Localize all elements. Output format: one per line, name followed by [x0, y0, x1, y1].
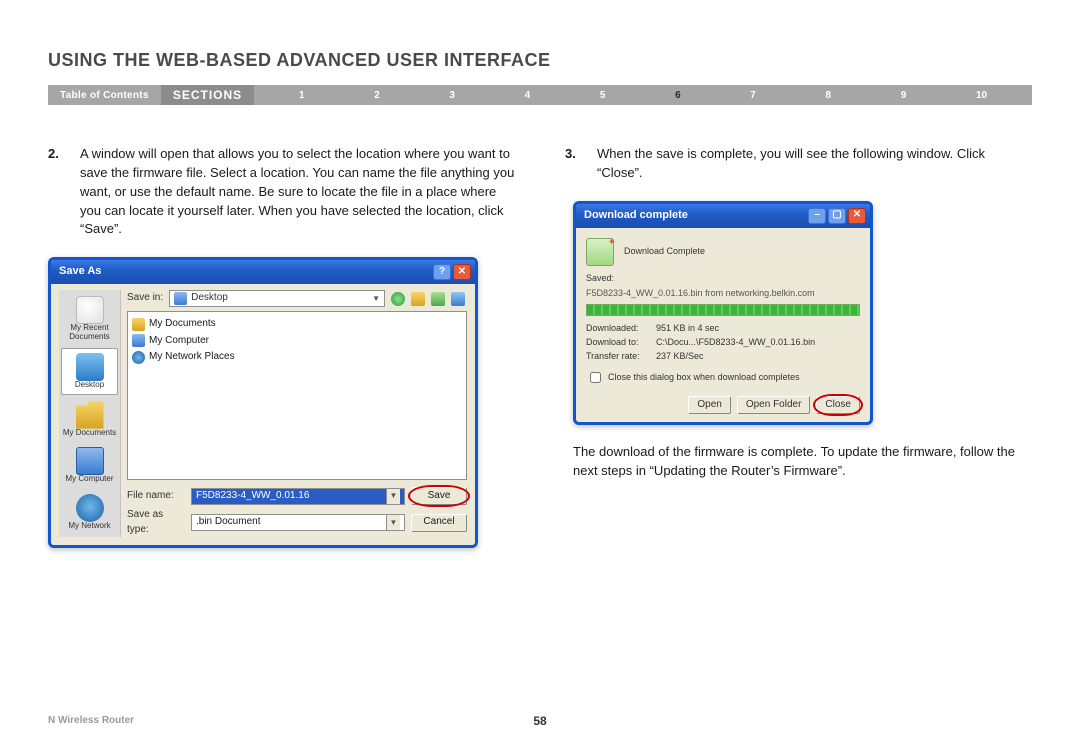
close-icon[interactable]: ✕ [453, 264, 471, 280]
downloaded-label: Downloaded: [586, 322, 656, 335]
file-name-value: F5D8233-4_WW_0.01.16 [196, 489, 309, 504]
post-step-text: The download of the firmware is complete… [565, 443, 1032, 481]
checkbox-label: Close this dialog box when download comp… [608, 371, 800, 384]
save-in-label: Save in: [127, 291, 163, 306]
download-to-label: Download to: [586, 336, 656, 349]
save-type-value: .bin Document [196, 515, 260, 530]
section-link-9[interactable]: 9 [901, 90, 907, 101]
new-folder-icon[interactable] [431, 292, 445, 306]
ico-desktop-icon [76, 353, 104, 381]
place-label: My Documents [63, 429, 116, 438]
ico-docs-icon [76, 401, 104, 429]
step-3: 3. When the save is complete, you will s… [565, 145, 1032, 183]
section-link-3[interactable]: 3 [449, 90, 455, 101]
list-item[interactable]: My Network Places [132, 349, 462, 366]
place-label: My Network [68, 522, 110, 531]
sections-bar: Table of Contents SECTIONS 1 2 3 4 5 6 7 8 9 10 [48, 85, 1032, 105]
chevron-down-icon[interactable]: ▼ [386, 515, 400, 530]
help-icon[interactable]: ? [433, 264, 451, 280]
views-icon[interactable] [451, 292, 465, 306]
close-icon[interactable]: ✕ [848, 208, 866, 224]
downloaded-value: 951 KB in 4 sec [656, 322, 860, 335]
save-in-value: Desktop [191, 291, 228, 306]
back-icon[interactable] [391, 292, 405, 306]
ico-net-icon [76, 494, 104, 522]
save-as-dialog: Save As ? ✕ My Recent DocumentsDesktopMy… [48, 257, 478, 548]
toc-link[interactable]: Table of Contents [48, 90, 161, 101]
section-link-2[interactable]: 2 [374, 90, 380, 101]
places-my-computer[interactable]: My Computer [61, 443, 118, 488]
saved-label: Saved: [586, 272, 860, 285]
places-my-network[interactable]: My Network [61, 490, 118, 535]
cancel-button[interactable]: Cancel [411, 514, 467, 532]
section-link-1[interactable]: 1 [299, 90, 305, 101]
ico-comp-icon [76, 447, 104, 475]
desktop-icon [174, 292, 187, 305]
save-button[interactable]: Save [411, 487, 467, 505]
page-number: 58 [533, 714, 546, 728]
dialog-title: Download complete [584, 208, 808, 224]
places-bar: My Recent Documents Desktop My Documents My… [59, 290, 121, 537]
download-icon [586, 238, 614, 266]
save-type-combo[interactable]: .bin Document ▼ [191, 514, 405, 531]
download-heading: Download Complete [624, 245, 705, 258]
minimize-icon[interactable]: – [808, 208, 826, 224]
list-item-label: My Documents [149, 317, 216, 332]
page-title: USING THE WEB-BASED ADVANCED USER INTERF… [48, 50, 1032, 71]
close-on-complete-checkbox[interactable]: Close this dialog box when download comp… [586, 369, 860, 386]
step-text: A window will open that allows you to se… [80, 145, 515, 239]
list-item[interactable]: My Computer [132, 333, 462, 350]
dialog-titlebar[interactable]: Download complete – ▢ ✕ [576, 204, 870, 228]
rate-value: 237 KB/Sec [656, 350, 860, 363]
section-link-8[interactable]: 8 [826, 90, 832, 101]
save-type-label: Save as type: [127, 508, 185, 537]
place-label: My Computer [65, 475, 113, 484]
fl-folder-icon [132, 318, 145, 331]
close-button[interactable]: Close [816, 396, 860, 414]
section-link-10[interactable]: 10 [976, 90, 987, 101]
section-link-5[interactable]: 5 [600, 90, 606, 101]
file-list[interactable]: My Documents My ComputerMy Network Places [127, 311, 467, 480]
footer-product: N Wireless Router [48, 715, 134, 726]
file-name-label: File name: [127, 489, 185, 504]
place-label: My Recent Documents [62, 324, 117, 342]
place-label: Desktop [75, 381, 104, 390]
dialog-titlebar[interactable]: Save As ? ✕ [51, 260, 475, 284]
step-number: 3. [565, 145, 579, 183]
section-link-6[interactable]: 6 [675, 90, 681, 101]
open-button[interactable]: Open [688, 396, 730, 414]
places-desktop[interactable]: Desktop [61, 348, 118, 395]
checkbox-input[interactable] [590, 372, 601, 383]
saved-file-line: F5D8233-4_WW_0.01.16.bin from networking… [586, 287, 860, 300]
dialog-title: Save As [59, 264, 433, 280]
chevron-down-icon[interactable]: ▼ [386, 489, 400, 504]
rate-label: Transfer rate: [586, 350, 656, 363]
fl-comp-icon [132, 334, 145, 347]
step-number: 2. [48, 145, 62, 239]
section-link-4[interactable]: 4 [525, 90, 531, 101]
chevron-down-icon[interactable]: ▼ [372, 293, 380, 305]
fl-net-icon [132, 351, 145, 364]
ico-recent-icon [76, 296, 104, 324]
section-numbers: 1 2 3 4 5 6 7 8 9 10 [254, 90, 1032, 101]
file-name-input[interactable]: F5D8233-4_WW_0.01.16 ▼ [191, 488, 405, 505]
progress-bar [586, 304, 860, 316]
open-folder-button[interactable]: Open Folder [737, 396, 811, 414]
up-folder-icon[interactable] [411, 292, 425, 306]
list-item-label: My Computer [149, 334, 209, 349]
maximize-icon[interactable]: ▢ [828, 208, 846, 224]
places-my-documents[interactable]: My Documents [61, 397, 118, 442]
download-to-value: C:\Docu...\F5D8233-4_WW_0.01.16.bin [656, 336, 860, 349]
step-2: 2. A window will open that allows you to… [48, 145, 515, 239]
section-link-7[interactable]: 7 [750, 90, 756, 101]
step-text: When the save is complete, you will see … [597, 145, 1032, 183]
sections-label: SECTIONS [161, 85, 254, 105]
places-my-recent-documents[interactable]: My Recent Documents [61, 292, 118, 346]
save-in-combo[interactable]: Desktop ▼ [169, 290, 385, 307]
download-complete-dialog: Download complete – ▢ ✕ Download Complet… [573, 201, 873, 425]
list-item[interactable]: My Documents [132, 316, 462, 333]
list-item-label: My Network Places [149, 350, 235, 365]
